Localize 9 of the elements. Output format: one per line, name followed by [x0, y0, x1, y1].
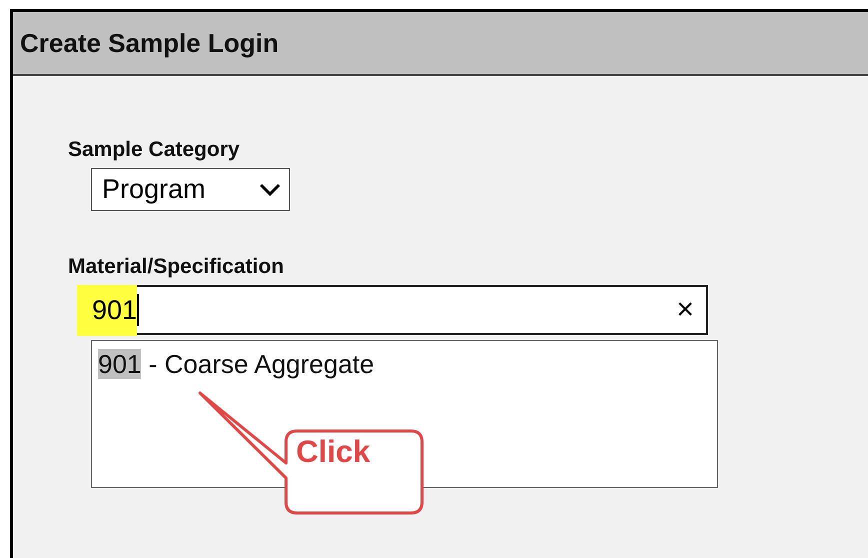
suggestion-item[interactable]: 901 - Coarse Aggregate	[92, 341, 717, 380]
category-select[interactable]: Program	[91, 168, 290, 211]
clear-button[interactable]: ×	[676, 293, 694, 327]
window-title: Create Sample Login	[20, 28, 279, 58]
chevron-down-icon	[259, 182, 281, 196]
callout-text: Click	[296, 434, 370, 470]
input-field[interactable]: 901 ×	[78, 285, 708, 335]
field-label: Material/Specification	[68, 255, 285, 279]
field-label: Sample Category	[68, 138, 241, 162]
